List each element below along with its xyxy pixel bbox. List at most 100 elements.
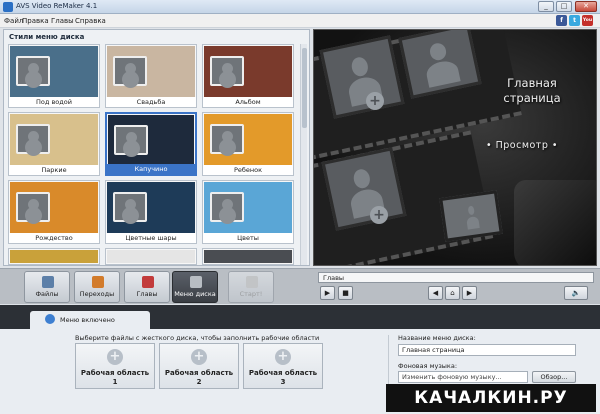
- photo-placeholder-icon: [113, 192, 147, 222]
- add-photo-icon[interactable]: +: [370, 206, 388, 224]
- tab-disc-menu[interactable]: Меню диска: [172, 271, 218, 303]
- transitions-icon: [92, 276, 104, 288]
- volume-button[interactable]: 🔈: [564, 286, 588, 300]
- style-thumbnail[interactable]: [202, 248, 294, 265]
- app-icon: [3, 2, 13, 12]
- styles-scrollbar[interactable]: [300, 44, 307, 265]
- disc-name-input[interactable]: Главная страница: [398, 344, 576, 356]
- chapter-label: Главы: [323, 274, 345, 282]
- styles-panel-title: Стили меню диска: [9, 33, 85, 41]
- style-preview-image: [10, 250, 98, 263]
- work-area-label: Рабочая область: [80, 369, 150, 377]
- preview-menu-title[interactable]: Главная страница: [482, 76, 582, 106]
- chapter-selector[interactable]: Главы: [318, 272, 594, 283]
- styles-grid: Под водой Свадьба Альбом Паркие Капучино Ребе…: [8, 44, 300, 265]
- menu-status-tab[interactable]: Меню включено: [30, 311, 150, 329]
- work-area-3[interactable]: + Рабочая область 3: [243, 343, 323, 389]
- work-area-label: Рабочая область: [164, 369, 234, 377]
- next-frame-button[interactable]: ▶: [462, 286, 477, 300]
- add-file-icon: +: [191, 349, 207, 365]
- style-preview-image: [204, 114, 292, 165]
- style-preview-image: [204, 46, 292, 97]
- style-thumbnail-label: Рождество: [9, 233, 99, 243]
- style-thumbnail[interactable]: Цветные шары: [105, 180, 197, 244]
- start-icon: [246, 276, 258, 288]
- tab-transitions[interactable]: Переходы: [74, 271, 120, 303]
- style-preview-image: [107, 250, 195, 263]
- browse-button[interactable]: Обзор...: [532, 371, 576, 383]
- style-thumbnail-label: Паркие: [9, 165, 99, 175]
- photo-placeholder-icon: [210, 192, 244, 222]
- style-thumbnail-label: Свадьба: [106, 97, 196, 107]
- twitter-icon[interactable]: t: [569, 15, 580, 26]
- music-input[interactable]: Изменить фоновую музыку...: [398, 371, 528, 383]
- camcorder-screen-frame[interactable]: [439, 190, 503, 242]
- style-thumbnail[interactable]: Альбом: [202, 44, 294, 108]
- menu-preview: + + Главная страница • Просмотр •: [313, 29, 597, 266]
- work-area-2[interactable]: + Рабочая область 2: [159, 343, 239, 389]
- stop-button[interactable]: ■: [338, 286, 353, 300]
- scrollbar-thumb[interactable]: [302, 48, 307, 128]
- style-thumbnail[interactable]: Рождество: [8, 180, 100, 244]
- tab-chapters[interactable]: Главы: [124, 271, 170, 303]
- menu-status-text: Меню включено: [60, 316, 115, 324]
- title-bar: AVS Video ReMaker 4.1 _ □ ✕: [0, 0, 600, 14]
- tab-label: Меню диска: [174, 290, 216, 298]
- add-file-icon: +: [275, 349, 291, 365]
- style-preview-image: [10, 114, 98, 165]
- style-thumbnail-label: Под водой: [9, 97, 99, 107]
- tab-label: Главы: [136, 290, 158, 298]
- watermark-logo: КАЧАЛКИН.РУ: [386, 384, 596, 412]
- work-area-number: 2: [196, 378, 202, 386]
- player-controls: Главы ▶ ■ ◀ ⌂ ▶ 🔈: [312, 268, 600, 304]
- snapshot-button[interactable]: ⌂: [445, 286, 460, 300]
- music-label: Фоновая музыка:: [398, 362, 458, 370]
- style-thumbnail-label: Цветы: [203, 233, 293, 243]
- menu-bar: Файл Правка Главы Справка f t You: [0, 14, 600, 28]
- camcorder-image: [514, 180, 596, 265]
- disc-menu-icon: [190, 276, 202, 288]
- preview-photo-frame-1[interactable]: [319, 35, 405, 119]
- style-thumbnail[interactable]: Капучино: [105, 112, 197, 176]
- menu-help[interactable]: Справка: [75, 17, 106, 25]
- work-area-label: Рабочая область: [248, 369, 318, 377]
- menu-edit[interactable]: Правка: [22, 17, 49, 25]
- style-thumbnail-label: Капучино: [107, 164, 195, 174]
- style-preview-image: [107, 46, 195, 97]
- style-thumbnail[interactable]: Ребенок: [202, 112, 294, 176]
- maximize-button[interactable]: □: [556, 1, 572, 12]
- preview-photo-frame-3[interactable]: [321, 147, 407, 231]
- close-button[interactable]: ✕: [575, 1, 597, 12]
- work-area-number: 3: [280, 378, 286, 386]
- style-thumbnail[interactable]: Под водой: [8, 44, 100, 108]
- photo-placeholder-icon: [210, 56, 244, 86]
- style-thumbnail-label: Ребенок: [203, 165, 293, 175]
- window-title: AVS Video ReMaker 4.1: [16, 2, 98, 10]
- main-toolbar: Файлы Переходы Главы Меню диска Старт!: [0, 268, 312, 304]
- photo-placeholder-icon: [16, 56, 50, 86]
- work-area-1[interactable]: + Рабочая область 1: [75, 343, 155, 389]
- facebook-icon[interactable]: f: [556, 15, 567, 26]
- prev-frame-button[interactable]: ◀: [428, 286, 443, 300]
- work-area-number: 1: [112, 378, 118, 386]
- add-file-icon: +: [107, 349, 123, 365]
- style-thumbnail[interactable]: Свадьба: [105, 44, 197, 108]
- youtube-icon[interactable]: You: [582, 15, 593, 26]
- style-thumbnail[interactable]: [105, 248, 197, 265]
- style-thumbnail[interactable]: Цветы: [202, 180, 294, 244]
- preview-view-button[interactable]: • Просмотр •: [486, 140, 558, 151]
- style-thumbnail[interactable]: [8, 248, 100, 265]
- minimize-button[interactable]: _: [538, 1, 554, 12]
- tab-files[interactable]: Файлы: [24, 271, 70, 303]
- add-photo-icon[interactable]: +: [366, 92, 384, 110]
- style-thumbnail[interactable]: Паркие: [8, 112, 100, 176]
- photo-placeholder-icon: [210, 124, 244, 154]
- files-icon: [42, 276, 54, 288]
- menu-enabled-icon: [45, 314, 55, 324]
- menu-file[interactable]: Файл: [4, 17, 23, 25]
- status-strip: Меню включено: [0, 305, 600, 329]
- tab-label: Переходы: [79, 290, 115, 298]
- menu-chapters[interactable]: Главы: [51, 17, 74, 25]
- app-window: AVS Video ReMaker 4.1 _ □ ✕ Файл Правка …: [0, 0, 600, 414]
- play-button[interactable]: ▶: [320, 286, 335, 300]
